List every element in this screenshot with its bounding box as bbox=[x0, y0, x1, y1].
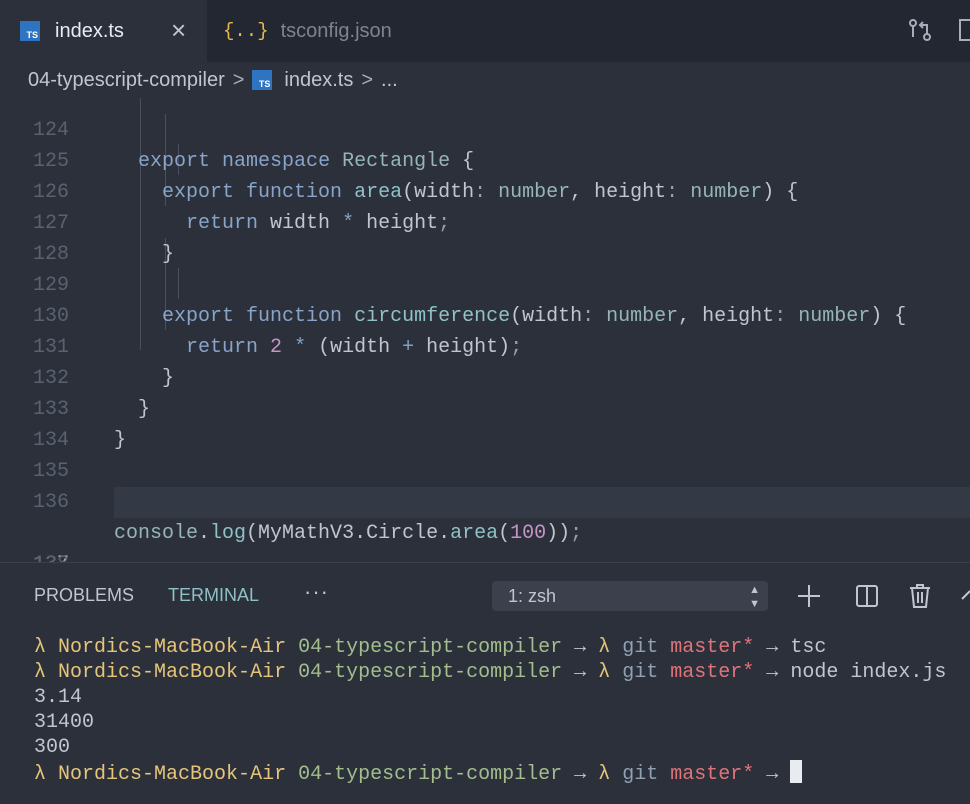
terminal-output-line: 3.14 bbox=[34, 686, 83, 709]
tab-bar: TS index.ts × {..} tsconfig.json bbox=[0, 0, 970, 62]
code-line: 124 export namespace Rectangle { bbox=[0, 98, 970, 173]
breadcrumb: 04-typescript-compiler > TS index.ts > .… bbox=[0, 62, 970, 98]
more-actions-icon[interactable]: ··· bbox=[304, 579, 329, 605]
breadcrumb-symbol[interactable]: ... bbox=[381, 69, 398, 92]
plus-icon[interactable] bbox=[796, 583, 822, 614]
breadcrumb-folder[interactable]: 04-typescript-compiler bbox=[28, 69, 225, 92]
chevron-right-icon: > bbox=[361, 68, 374, 91]
code-line: 129 export function circumference(width:… bbox=[0, 239, 970, 328]
typescript-file-icon: TS bbox=[252, 70, 273, 90]
close-icon[interactable]: × bbox=[171, 16, 186, 44]
split-editor-icon[interactable] bbox=[958, 16, 970, 49]
code-line: 135 console.log(MyMathV3.Circle.PI); bbox=[0, 425, 970, 514]
bottom-panel: PROBLEMS TERMINAL ··· 1: zsh ▲ ▼ λ Nordic… bbox=[0, 562, 970, 804]
terminal-cursor bbox=[790, 760, 803, 783]
code-line: 132 } bbox=[0, 332, 970, 421]
terminal-line: λ Nordics-MacBook-Air 04-typescript-comp… bbox=[34, 636, 827, 659]
trash-icon[interactable] bbox=[908, 583, 932, 614]
code-line: 138 bbox=[0, 518, 970, 562]
line-number: 138 bbox=[0, 549, 69, 562]
split-terminal-icon[interactable] bbox=[854, 583, 880, 614]
chevron-right-icon: > bbox=[232, 68, 245, 91]
code-line: 128 bbox=[0, 208, 970, 266]
terminal-prompt-line: λ Nordics-MacBook-Air 04-typescript-comp… bbox=[34, 760, 970, 786]
tab-index-ts[interactable]: TS index.ts × bbox=[0, 0, 207, 62]
terminal-select[interactable]: 1: zsh ▲ ▼ bbox=[492, 581, 768, 611]
terminal-line: λ Nordics-MacBook-Air 04-typescript-comp… bbox=[34, 661, 947, 684]
code-line: 134 bbox=[0, 394, 970, 452]
typescript-file-icon: TS bbox=[20, 21, 40, 41]
compare-changes-icon[interactable] bbox=[906, 16, 934, 49]
code-line: 133 } bbox=[0, 363, 970, 452]
code-line: 126 return width * height; bbox=[0, 146, 970, 235]
terminal-select-value: 1: zsh bbox=[508, 586, 557, 606]
code-line: 130 return 2 * (width + height); bbox=[0, 270, 970, 359]
code-line: 136 console.log(MyMathV3.Circle.area(100… bbox=[0, 456, 970, 545]
chevron-up-down-icon: ▲ ▼ bbox=[749, 584, 760, 610]
terminal-output-line: 31400 bbox=[34, 711, 95, 734]
code-line: 131 } bbox=[0, 301, 970, 390]
terminal-output[interactable]: λ Nordics-MacBook-Air 04-typescript-comp… bbox=[34, 635, 970, 786]
code-line: 125 export function area(width: number, … bbox=[0, 115, 970, 204]
tab-tsconfig-json[interactable]: {..} tsconfig.json bbox=[207, 0, 427, 62]
code-line: 127 } bbox=[0, 177, 970, 266]
tab-label: index.ts bbox=[55, 19, 124, 42]
json-file-icon: {..} bbox=[223, 20, 269, 42]
current-line-highlight bbox=[114, 487, 970, 518]
chevron-up-icon[interactable] bbox=[960, 583, 970, 614]
code-line-current: 137 console.log(MyMathV3.Rectangle.circu… bbox=[0, 487, 970, 562]
code-editor[interactable]: 124 export namespace Rectangle { 125 exp… bbox=[0, 98, 970, 562]
terminal-output-line: 300 bbox=[34, 736, 71, 759]
tab-terminal[interactable]: TERMINAL bbox=[168, 585, 259, 606]
breadcrumb-file[interactable]: index.ts bbox=[284, 69, 353, 92]
tab-problems[interactable]: PROBLEMS bbox=[34, 585, 134, 606]
tab-label: tsconfig.json bbox=[280, 19, 392, 42]
